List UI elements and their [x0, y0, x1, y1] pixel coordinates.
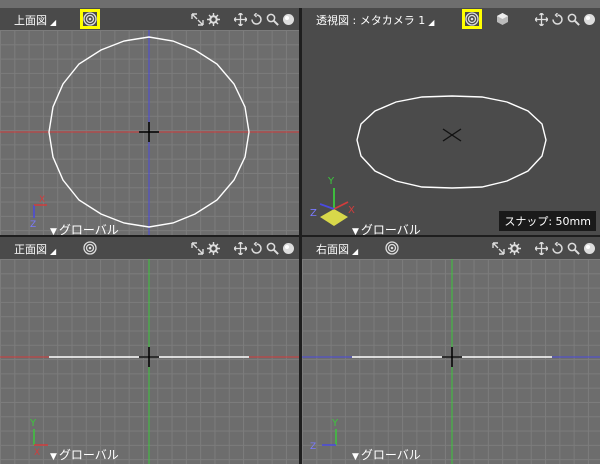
fit-icon[interactable]	[191, 240, 204, 256]
front-view-header: 正面図 ◢	[0, 237, 299, 259]
gear-icon[interactable]	[207, 11, 220, 27]
fit-icon[interactable]	[492, 240, 505, 256]
perspective-title[interactable]: 透視図 : メタカメラ 1 ◢	[316, 12, 434, 28]
axis-gizmo-3d: Y X Z	[310, 176, 355, 226]
svg-text:Z: Z	[30, 220, 36, 230]
target-icon	[465, 12, 479, 26]
right-view-viewport[interactable]: 右面図 ◢ Y Z ▼ グローバル	[302, 237, 600, 464]
shading-cube-icon[interactable]	[496, 12, 509, 29]
snap-status: スナップ: 50mm	[499, 211, 596, 231]
perspective-viewport[interactable]: 透視図 : メタカメラ 1 ◢ Y X Z ▼ グローバル スナップ: 50mm	[302, 8, 600, 235]
zoom-icon[interactable]	[266, 11, 279, 27]
rotate-icon[interactable]	[551, 240, 564, 256]
pan-icon[interactable]	[234, 240, 247, 256]
target-icon	[83, 241, 97, 255]
pan-icon[interactable]	[234, 11, 247, 27]
svg-text:Y: Y	[29, 418, 37, 429]
pan-icon[interactable]	[535, 240, 548, 256]
perspective-header: 透視図 : メタカメラ 1 ◢	[302, 8, 600, 30]
rotate-icon[interactable]	[250, 240, 263, 256]
zoom-icon[interactable]	[567, 240, 580, 256]
axis-gizmo: Y X	[29, 418, 48, 458]
perspective-canvas[interactable]: Y X Z ▼ グローバル スナップ: 50mm	[302, 30, 600, 235]
svg-text:X: X	[39, 195, 45, 205]
camera-target-button[interactable]	[382, 238, 402, 258]
svg-text:Y: Y	[331, 418, 339, 429]
top-view-canvas[interactable]: X Z ▼ グローバル	[0, 30, 299, 235]
display-mode-icon[interactable]	[583, 11, 596, 27]
global-coordinate-label[interactable]: ▼ グローバル	[50, 221, 119, 235]
svg-text:Z: Z	[310, 442, 316, 452]
rotate-icon[interactable]	[250, 11, 263, 27]
svg-text:X: X	[34, 448, 40, 458]
window-top-band	[0, 0, 600, 8]
right-view-canvas[interactable]: Y Z ▼ グローバル	[302, 259, 600, 464]
axis-gizmo: X Z	[30, 195, 47, 230]
fit-icon[interactable]	[191, 11, 204, 27]
camera-target-button[interactable]	[80, 238, 100, 258]
top-view-viewport[interactable]: 上面図 ◢ X Z ▼ グローバル	[0, 8, 299, 235]
display-mode-icon[interactable]	[282, 11, 295, 27]
svg-text:Z: Z	[310, 208, 317, 219]
front-view-viewport[interactable]: 正面図 ◢ Y X ▼ グローバル	[0, 237, 299, 464]
front-view-canvas[interactable]: Y X ▼ グローバル	[0, 259, 299, 464]
top-view-header: 上面図 ◢	[0, 8, 299, 30]
camera-target-button[interactable]	[80, 9, 100, 29]
gear-icon[interactable]	[207, 240, 220, 256]
display-mode-icon[interactable]	[583, 240, 596, 256]
top-view-title[interactable]: 上面図 ◢	[14, 12, 56, 28]
global-coordinate-label[interactable]: ▼ グローバル	[50, 446, 119, 463]
global-coordinate-label[interactable]: ▼ グローバル	[352, 221, 421, 235]
svg-text:Y: Y	[327, 176, 335, 187]
pan-icon[interactable]	[535, 11, 548, 27]
svg-text:X: X	[348, 205, 355, 216]
zoom-icon[interactable]	[567, 11, 580, 27]
axis-gizmo: Y Z	[310, 418, 339, 452]
camera-target-button[interactable]	[462, 9, 482, 29]
target-icon	[385, 241, 399, 255]
right-view-title[interactable]: 右面図 ◢	[316, 241, 358, 257]
zoom-icon[interactable]	[266, 240, 279, 256]
circle-curve	[356, 95, 547, 189]
right-view-header: 右面図 ◢	[302, 237, 600, 259]
front-view-title[interactable]: 正面図 ◢	[14, 241, 56, 257]
gear-icon[interactable]	[508, 240, 521, 256]
target-icon	[83, 12, 97, 26]
display-mode-icon[interactable]	[282, 240, 295, 256]
global-coordinate-label[interactable]: ▼ グローバル	[352, 446, 421, 463]
rotate-icon[interactable]	[551, 11, 564, 27]
